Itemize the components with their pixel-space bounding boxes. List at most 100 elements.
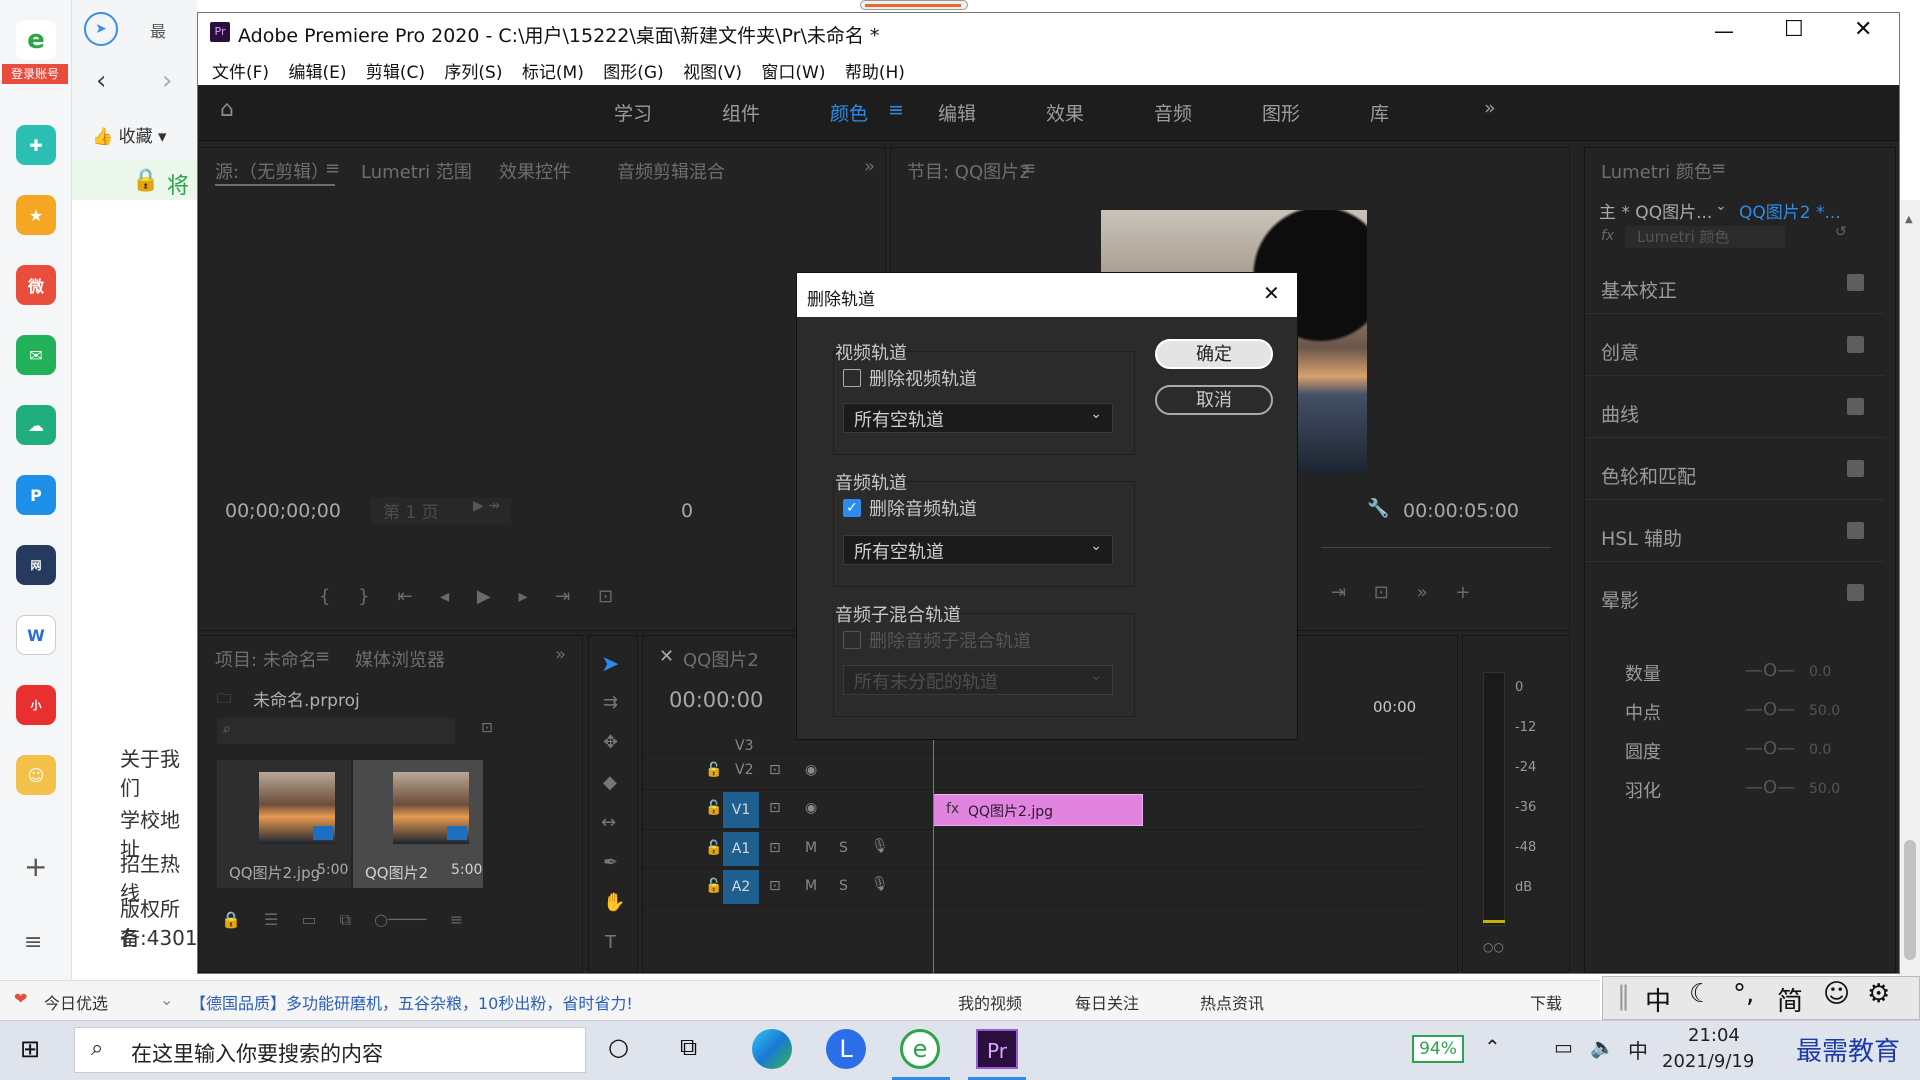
section-checkbox[interactable] xyxy=(1847,336,1864,353)
dialog-close-icon[interactable]: ✕ xyxy=(1263,281,1280,305)
tab-timeline[interactable]: QQ图片2 xyxy=(683,646,759,672)
ws-overflow-icon[interactable]: » xyxy=(1484,97,1496,119)
project-footer-tools[interactable]: 🔒 ☰ ▭ ⧉ ○──── ≡ xyxy=(221,910,463,930)
edge-icon[interactable] xyxy=(752,1029,792,1069)
track-label-active[interactable]: A1 xyxy=(723,832,759,866)
param-slider[interactable]: —O— xyxy=(1745,660,1795,681)
param-slider[interactable]: —O— xyxy=(1745,738,1795,759)
task-view-icon[interactable]: ⧉ xyxy=(680,1033,697,1061)
project-search-input[interactable]: ⌕ xyxy=(217,718,455,744)
tab-effect-controls[interactable]: 效果控件 xyxy=(499,158,571,184)
tab-project[interactable]: 项目: 未命名 xyxy=(215,646,317,672)
menu-edit[interactable]: 编辑(E) xyxy=(288,63,346,83)
footer-line-1[interactable]: 关于我们 xyxy=(120,743,197,801)
menu-file[interactable]: 文件(F) xyxy=(212,63,269,83)
menu-sequence[interactable]: 序列(S) xyxy=(444,63,502,83)
tab-media-browser[interactable]: 媒体浏览器 xyxy=(355,646,445,672)
app-p-icon[interactable]: P xyxy=(16,475,56,515)
new-bin-icon[interactable]: ⊡ xyxy=(481,720,493,736)
master-clip[interactable]: 主 * QQ图片... xyxy=(1599,198,1712,223)
timeline-close-icon[interactable]: ✕ xyxy=(659,646,674,667)
moon-icon[interactable]: ☾ xyxy=(1689,979,1712,1009)
windows-start-icon[interactable]: ⊞ xyxy=(20,1035,40,1063)
battery-icon[interactable]: ▭ xyxy=(1554,1035,1573,1059)
battery-badge[interactable]: 94% xyxy=(1412,1035,1464,1063)
section-creative[interactable]: 创意 xyxy=(1585,318,1885,376)
clock-time[interactable]: 21:04 xyxy=(1688,1025,1740,1046)
solo-icon[interactable]: S xyxy=(839,878,848,894)
param-slider[interactable]: —O— xyxy=(1745,699,1795,720)
section-checkbox[interactable] xyxy=(1847,274,1864,291)
razor-icon[interactable]: ◆ xyxy=(603,772,617,793)
add-icon[interactable]: + xyxy=(24,850,47,883)
star-icon[interactable]: ★ xyxy=(16,195,56,235)
param-slider[interactable]: —O— xyxy=(1745,777,1795,798)
source-overflow-icon[interactable]: » xyxy=(864,156,875,177)
navigate-icon[interactable]: ➤ xyxy=(84,12,118,46)
sync-icon[interactable]: ⊡ xyxy=(769,800,781,816)
browser-logo-icon[interactable]: e xyxy=(16,20,56,60)
chevron-down-icon[interactable]: ⌄ xyxy=(160,990,173,1009)
tab-audio-mixer[interactable]: 音频剪辑混合 xyxy=(617,158,725,184)
ripple-icon[interactable]: ✥ xyxy=(603,732,618,753)
menu-clip[interactable]: 剪辑(C) xyxy=(366,63,425,83)
lock-icon[interactable]: 🔓 xyxy=(705,762,722,778)
menu-marker[interactable]: 标记(M) xyxy=(522,63,584,83)
ws-libraries[interactable]: 库 xyxy=(1370,99,1389,126)
program-transport-controls[interactable]: ⇥ ⊡ » + xyxy=(1331,582,1470,603)
meter-solo-icon[interactable]: ○○ xyxy=(1483,940,1504,954)
status-hot[interactable]: 热点资讯 xyxy=(1200,990,1264,1014)
tab-lumetri-color[interactable]: Lumetri 颜色 xyxy=(1601,158,1712,184)
app-char-icon[interactable]: ☺ xyxy=(16,755,56,795)
param-value[interactable]: 0.0 xyxy=(1809,664,1831,680)
pen-icon[interactable]: ✒ xyxy=(603,852,618,873)
mail-icon[interactable]: ✉ xyxy=(16,335,56,375)
project-menu-icon[interactable]: ≡ xyxy=(315,646,330,667)
section-checkbox[interactable] xyxy=(1847,522,1864,539)
section-checkbox[interactable] xyxy=(1847,584,1864,601)
premiere-taskbar-icon[interactable]: Pr xyxy=(976,1029,1018,1069)
track-label-active[interactable]: V1 xyxy=(723,792,759,828)
section-checkbox[interactable] xyxy=(1847,460,1864,477)
ws-color-menu-icon[interactable]: ≡ xyxy=(888,99,904,121)
sync-icon[interactable]: ⊡ xyxy=(769,762,781,778)
home-icon[interactable]: ⌂ xyxy=(220,97,234,122)
list-icon[interactable]: ≡ xyxy=(24,930,42,955)
mute-icon[interactable]: M xyxy=(805,840,817,856)
tray-lang[interactable]: 中 xyxy=(1628,1035,1648,1064)
app-game-icon[interactable]: 网 xyxy=(16,545,56,585)
section-checkbox[interactable] xyxy=(1847,398,1864,415)
param-value[interactable]: 50.0 xyxy=(1809,703,1840,719)
word-icon[interactable]: W xyxy=(16,615,56,655)
section-hsl[interactable]: HSL 辅助 xyxy=(1585,504,1885,562)
eye-icon[interactable]: ◉ xyxy=(805,800,817,816)
login-badge[interactable]: 登录账号 xyxy=(2,64,68,84)
type-tool-icon[interactable]: T xyxy=(605,932,616,953)
clip[interactable]: fx QQ图片2.jpg xyxy=(933,794,1143,826)
selection-tool-icon[interactable]: ➤ xyxy=(601,652,619,677)
lock-icon[interactable]: 🔓 xyxy=(705,840,722,856)
lock-icon[interactable]: 🔓 xyxy=(705,800,722,816)
param-value[interactable]: 50.0 xyxy=(1809,781,1840,797)
browser-taskbar-icon[interactable]: e xyxy=(900,1029,940,1069)
source-nav-icon[interactable]: ▶ ↠ xyxy=(473,498,500,514)
scroll-up-icon[interactable]: ▲ xyxy=(1905,214,1913,225)
project-item[interactable]: QQ图片2.jpg 5:00 xyxy=(217,760,351,888)
tab-title[interactable]: 最 xyxy=(150,18,166,42)
source-timecode[interactable]: 00;00;00;00 xyxy=(225,500,341,522)
status-follow[interactable]: 每日关注 xyxy=(1075,990,1139,1014)
tab-program[interactable]: 节目: QQ图片2 xyxy=(907,158,1031,184)
lumetri-menu-icon[interactable]: ≡ xyxy=(1711,158,1726,179)
ws-assembly[interactable]: 组件 xyxy=(722,99,760,126)
section-vignette[interactable]: 晕影 xyxy=(1585,566,1885,624)
sequence-clip[interactable]: QQ图片2 *... xyxy=(1739,198,1841,223)
mic-icon[interactable]: 🎙 xyxy=(871,838,889,854)
section-curves[interactable]: 曲线 xyxy=(1585,380,1885,438)
ime-lang[interactable]: 中 xyxy=(1645,981,1671,1018)
chevron-down-icon[interactable]: ⌄ xyxy=(1715,198,1727,214)
menu-view[interactable]: 视图(V) xyxy=(683,63,742,83)
ime-handle[interactable]: ‖ xyxy=(1617,981,1630,1011)
sync-icon[interactable]: ⊡ xyxy=(769,840,781,856)
effect-select[interactable]: Lumetri 颜色 xyxy=(1625,226,1785,248)
lock-icon[interactable]: 🔓 xyxy=(705,878,722,894)
